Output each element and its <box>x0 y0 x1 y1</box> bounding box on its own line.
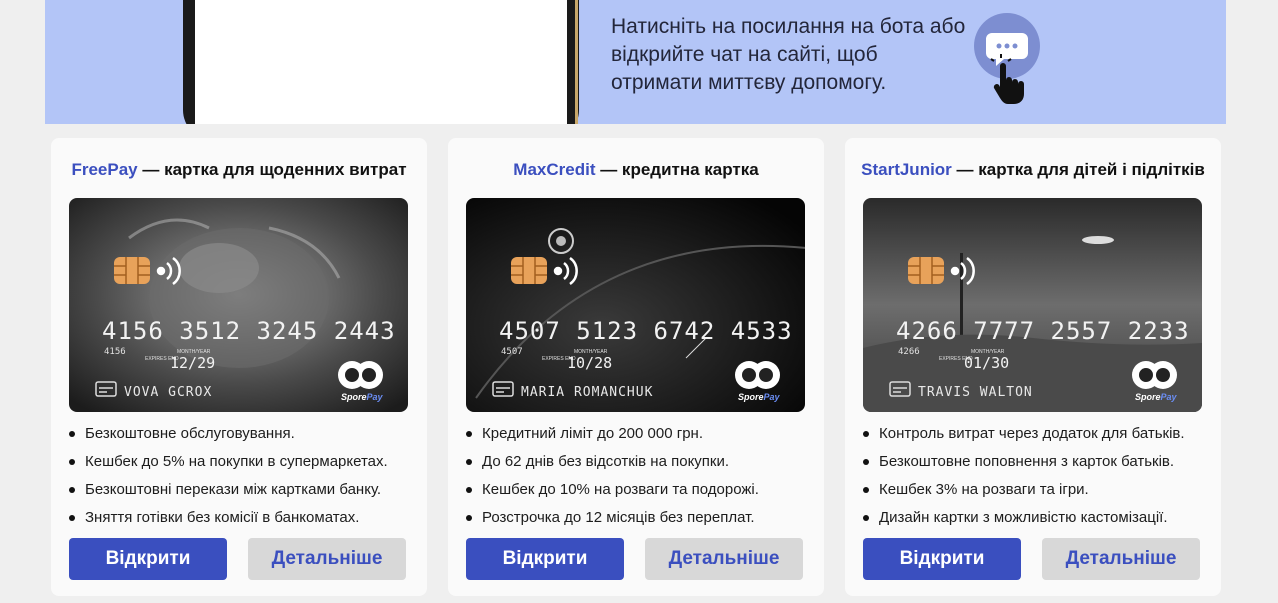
banner-text: Натисніть на посилання на бота або відкр… <box>611 15 966 94</box>
card-number: 4156 3512 3245 2443 <box>102 317 396 345</box>
feature-list: Кредитний ліміт до 200 000 грн. До 62 дні… <box>466 424 816 536</box>
emv-chip-icon <box>114 257 150 284</box>
open-button[interactable]: Відкрити <box>863 538 1021 580</box>
feature-item: Дизайн картки з можливістю кастомізації. <box>863 508 1213 536</box>
details-button[interactable]: Детальніше <box>645 538 803 580</box>
bank-card-image: 4507 5123 6742 4533 4507 MONTH/YEAR EXPIRES… <box>466 198 805 412</box>
open-button[interactable]: Відкрити <box>466 538 624 580</box>
card-holder: VOVA GCROX <box>124 385 212 400</box>
emv-chip-icon <box>908 257 944 284</box>
help-banner: Натисніть на посилання на бота або відкр… <box>45 0 1226 124</box>
sporepay-logo: SporePay <box>1132 361 1178 402</box>
feature-item: Безкоштовне поповнення з карток батьків. <box>863 452 1213 480</box>
card-title: FreePay — картка для щоденних витрат <box>51 160 427 180</box>
feature-item: Безкоштовні перекази між картками банку. <box>69 480 419 508</box>
card-title: StartJunior — картка для дітей і підлітк… <box>845 160 1221 180</box>
product-card-freepay: FreePay — картка для щоденних витрат 415… <box>51 138 427 596</box>
feature-item: Розстрочка до 12 місяців без переплат. <box>466 508 816 536</box>
card-brand-link[interactable]: StartJunior <box>861 160 952 179</box>
card-brand-link[interactable]: MaxCredit <box>513 160 595 179</box>
feature-list: Контроль витрат через додаток для батькі… <box>863 424 1213 536</box>
product-card-startjunior: StartJunior — картка для дітей і підлітк… <box>845 138 1221 596</box>
svg-text:SporePay: SporePay <box>1135 392 1178 402</box>
phone-screen <box>195 0 567 124</box>
card-prefix: 4266 <box>898 347 920 357</box>
feature-item: Кешбек до 5% на покупки в супермаркетах. <box>69 452 419 480</box>
details-button[interactable]: Детальніше <box>1042 538 1200 580</box>
product-card-maxcredit: MaxCredit — кредитна картка 4507 5123 67… <box>448 138 824 596</box>
card-title-rest: — кредитна картка <box>595 160 759 179</box>
feature-item: Контроль витрат через додаток для батькі… <box>863 424 1213 452</box>
feature-list: Безкоштовне обслуговування. Кешбек до 5% … <box>69 424 419 536</box>
details-button[interactable]: Детальніше <box>248 538 406 580</box>
feature-item: Зняття готівки без комісії в банкоматах. <box>69 508 419 536</box>
phone-mockup <box>183 0 579 124</box>
feature-item: Кешбек до 10% на розваги та подорожі. <box>466 480 816 508</box>
bank-card-image: 4266 7777 2557 2233 4266 MONTH/YEAR EXPIRES… <box>863 198 1202 412</box>
feature-item: Кредитний ліміт до 200 000 грн. <box>466 424 816 452</box>
card-holder: MARIA ROMANCHUK <box>521 385 653 400</box>
pointer-hand-icon <box>990 54 1024 104</box>
svg-text:SporePay: SporePay <box>738 392 781 402</box>
feature-item: Кешбек 3% на розваги та ігри. <box>863 480 1213 508</box>
card-expiry: 10/28 <box>567 354 612 372</box>
sporepay-logo: SporePay <box>338 361 384 402</box>
card-number: 4507 5123 6742 4533 <box>499 317 793 345</box>
card-expiry: 01/30 <box>964 354 1009 372</box>
card-prefix: 4507 <box>501 347 523 357</box>
card-title-rest: — картка для дітей і підлітків <box>951 160 1205 179</box>
card-prefix: 4156 <box>104 347 126 357</box>
phone-edge <box>575 0 578 124</box>
card-brand-link[interactable]: FreePay <box>71 160 137 179</box>
card-number: 4266 7777 2557 2233 <box>896 317 1190 345</box>
card-holder: TRAVIS WALTON <box>918 385 1033 400</box>
sporepay-logo: SporePay <box>735 361 781 402</box>
emv-chip-icon <box>511 257 547 284</box>
open-button[interactable]: Відкрити <box>69 538 227 580</box>
card-expiry: 12/29 <box>170 354 215 372</box>
feature-item: Безкоштовне обслуговування. <box>69 424 419 452</box>
svg-text:SporePay: SporePay <box>341 392 384 402</box>
bank-card-image: 4156 3512 3245 2443 4156 MONTH/YEAR EXPIRES… <box>69 198 408 412</box>
card-title-rest: — картка для щоденних витрат <box>137 160 407 179</box>
feature-item: До 62 днів без відсотків на покупки. <box>466 452 816 480</box>
card-title: MaxCredit — кредитна картка <box>448 160 824 180</box>
